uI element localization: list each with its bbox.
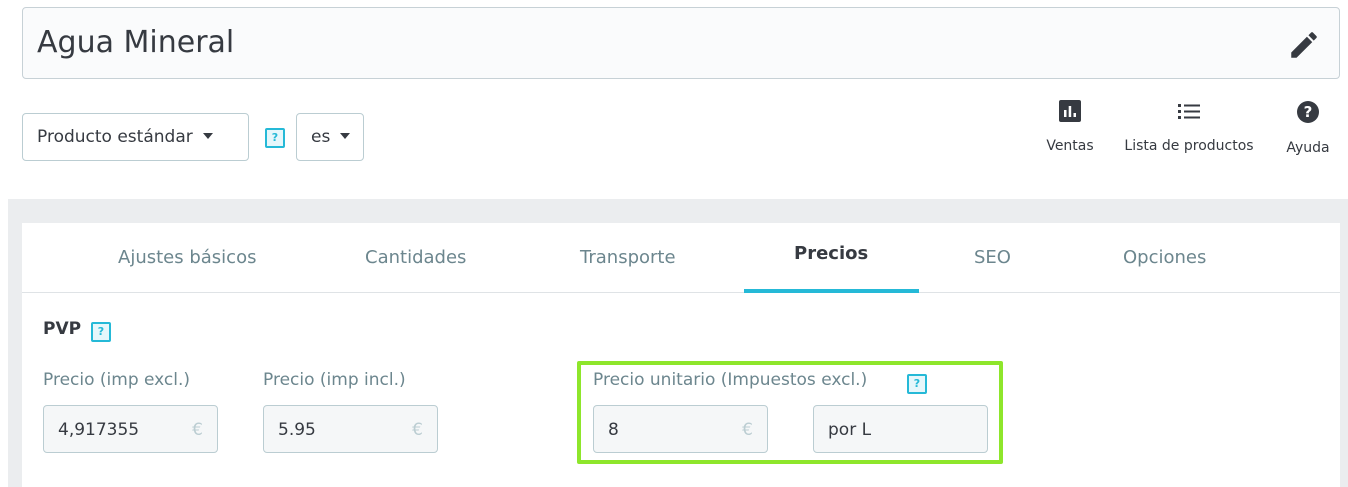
tab-seo[interactable]: SEO	[974, 247, 1011, 268]
toolbar-sales-label: Ventas	[1046, 138, 1094, 154]
active-tab-indicator	[744, 289, 919, 293]
tab-bar: Ajustes básicos Cantidades Transporte Pr…	[22, 223, 1340, 293]
highlight-box	[577, 361, 1003, 464]
toolbar-product-list-label: Lista de productos	[1124, 138, 1254, 154]
chevron-down-icon	[340, 133, 351, 139]
currency-symbol: €	[412, 420, 423, 440]
product-name-text: Agua Mineral	[37, 25, 235, 60]
bar-chart-icon	[1059, 100, 1081, 122]
product-name-field[interactable]: Agua Mineral	[22, 7, 1340, 79]
section-title-pvp: PVP	[43, 319, 82, 339]
language-select[interactable]: es	[296, 113, 364, 161]
language-label: es	[311, 127, 331, 147]
toolbar-product-list[interactable]: Lista de productos	[1113, 100, 1265, 154]
list-icon	[1178, 104, 1200, 119]
price-incl-input[interactable]: 5.95 €	[263, 405, 438, 453]
toolbar-help-label: Ayuda	[1286, 140, 1330, 156]
price-excl-input[interactable]: 4,917355 €	[43, 405, 218, 453]
currency-symbol: €	[192, 420, 203, 440]
price-excl-value: 4,917355	[58, 420, 140, 440]
question-circle-icon: ?	[1297, 101, 1319, 123]
svg-text:?: ?	[1304, 103, 1313, 121]
product-type-select[interactable]: Producto estándar	[22, 113, 249, 161]
help-icon[interactable]: ?	[265, 128, 285, 148]
tab-pricing[interactable]: Precios	[794, 243, 868, 264]
price-excl-label: Precio (imp excl.)	[43, 370, 191, 390]
toolbar-help[interactable]: ? Ayuda	[1280, 100, 1336, 156]
tab-options[interactable]: Opciones	[1123, 247, 1206, 268]
price-incl-label: Precio (imp incl.)	[263, 370, 406, 390]
help-icon[interactable]: ?	[91, 322, 111, 342]
pencil-icon[interactable]	[1287, 28, 1321, 62]
chevron-down-icon	[202, 133, 213, 139]
tab-basic-settings[interactable]: Ajustes básicos	[118, 247, 256, 268]
price-incl-value: 5.95	[278, 420, 316, 440]
tab-quantities[interactable]: Cantidades	[365, 247, 466, 268]
tab-shipping[interactable]: Transporte	[580, 247, 676, 268]
product-type-label: Producto estándar	[37, 127, 193, 147]
toolbar-sales[interactable]: Ventas	[1040, 100, 1100, 154]
